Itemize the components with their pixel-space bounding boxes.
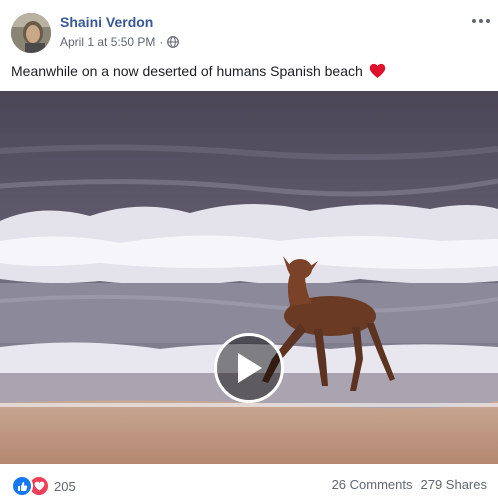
shares-count-link[interactable]: 279 Shares	[421, 477, 488, 492]
globe-icon[interactable]	[167, 36, 180, 48]
post-caption: Meanwhile on a now deserted of humans Sp…	[11, 62, 487, 83]
author-avatar[interactable]	[11, 13, 51, 53]
caption-text: Meanwhile on a now deserted of humans Sp…	[11, 63, 363, 79]
video-player[interactable]	[0, 91, 498, 464]
facebook-post: Shaini Verdon April 1 at 5:50 PM · Meanw…	[0, 0, 498, 500]
reaction-count: 205	[54, 478, 76, 494]
reactions-summary[interactable]: 205	[11, 475, 76, 497]
more-options-icon[interactable]	[470, 12, 492, 30]
play-button[interactable]	[214, 333, 284, 403]
author-name-link[interactable]: Shaini Verdon	[60, 14, 153, 30]
engagement-stats: 26 Comments 279 Shares	[332, 477, 487, 492]
post-footer: 205 26 Comments 279 Shares	[0, 465, 498, 500]
video-frame-deer-on-beach	[0, 91, 498, 464]
post-timestamp[interactable]: April 1 at 5:50 PM	[60, 35, 155, 49]
like-icon	[11, 475, 33, 497]
post-meta: April 1 at 5:50 PM ·	[60, 35, 180, 49]
play-icon	[238, 353, 262, 383]
meta-separator: ·	[159, 35, 164, 49]
red-heart-icon	[369, 63, 386, 83]
comments-count-link[interactable]: 26 Comments	[332, 477, 413, 492]
